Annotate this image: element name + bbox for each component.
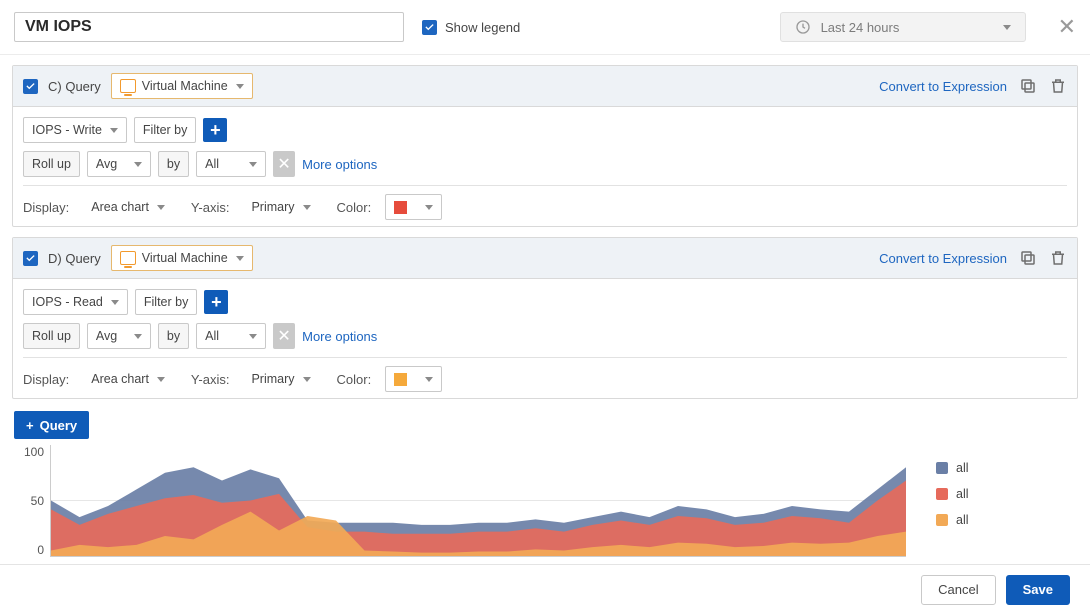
clear-groupby-button[interactable]: ✕	[273, 323, 295, 349]
chevron-down-icon	[134, 162, 142, 167]
color-selector[interactable]	[385, 194, 442, 220]
save-button[interactable]: Save	[1006, 575, 1070, 605]
rollup-label-pill[interactable]: Roll up	[23, 323, 80, 349]
groupby-selector[interactable]: All	[196, 151, 266, 177]
convert-expression-link[interactable]: Convert to Expression	[879, 251, 1007, 266]
add-query-button[interactable]: + Query	[14, 411, 89, 439]
cancel-button[interactable]: Cancel	[921, 575, 995, 605]
legend-swatch	[936, 488, 948, 500]
add-filter-button[interactable]: +	[204, 290, 228, 314]
chevron-down-icon	[111, 300, 119, 305]
footer: Cancel Save	[0, 564, 1090, 614]
legend-item[interactable]: all	[936, 487, 1076, 501]
agg-selector[interactable]: Avg	[87, 151, 151, 177]
chevron-down-icon	[134, 334, 142, 339]
more-options-link[interactable]: More options	[302, 329, 377, 344]
filter-by-button[interactable]: Filter by	[134, 117, 196, 143]
chevron-down-icon	[157, 377, 165, 382]
by-label-pill: by	[158, 323, 189, 349]
entity-selector[interactable]: Virtual Machine	[111, 245, 253, 271]
chart-legend: all all all	[906, 445, 1076, 557]
legend-item[interactable]: all	[936, 513, 1076, 527]
query-enabled-checkbox[interactable]	[23, 251, 38, 266]
rollup-label-pill[interactable]: Roll up	[23, 151, 80, 177]
yaxis-label: Y-axis:	[191, 372, 230, 387]
copy-icon[interactable]	[1019, 77, 1037, 95]
query-panel-header: C) Query Virtual Machine Convert to Expr…	[13, 66, 1077, 107]
legend-swatch	[936, 462, 948, 474]
clear-groupby-button[interactable]: ✕	[273, 151, 295, 177]
by-label-pill: by	[158, 151, 189, 177]
copy-icon[interactable]	[1019, 249, 1037, 267]
entity-label: Virtual Machine	[142, 251, 228, 265]
yaxis-selector[interactable]: Primary	[243, 366, 318, 392]
more-options-link[interactable]: More options	[302, 157, 377, 172]
clock-icon	[795, 19, 811, 35]
trash-icon[interactable]	[1049, 249, 1067, 267]
query-label: C) Query	[48, 79, 101, 94]
timerange-label: Last 24 hours	[821, 20, 900, 35]
ytick: 0	[37, 543, 44, 557]
chevron-down-icon	[1003, 25, 1011, 30]
convert-expression-link[interactable]: Convert to Expression	[879, 79, 1007, 94]
add-filter-button[interactable]: +	[203, 118, 227, 142]
color-swatch	[394, 373, 407, 386]
yaxis-label: Y-axis:	[191, 200, 230, 215]
chart-type-selector[interactable]: Area chart	[83, 194, 173, 220]
agg-selector[interactable]: Avg	[87, 323, 151, 349]
groupby-selector[interactable]: All	[196, 323, 266, 349]
color-label: Color:	[337, 200, 372, 215]
query-panel-header: D) Query Virtual Machine Convert to Expr…	[13, 238, 1077, 279]
ytick: 100	[24, 445, 44, 459]
plot	[50, 445, 906, 557]
chevron-down-icon	[236, 256, 244, 261]
top-bar: Show legend Last 24 hours ✕	[0, 0, 1090, 55]
chevron-down-icon	[303, 377, 311, 382]
yaxis-selector[interactable]: Primary	[243, 194, 318, 220]
checkbox-checked-icon	[422, 20, 437, 35]
trash-icon[interactable]	[1049, 77, 1067, 95]
vm-icon	[120, 251, 136, 265]
close-icon[interactable]: ✕	[1058, 14, 1076, 40]
query-panel-c: C) Query Virtual Machine Convert to Expr…	[12, 65, 1078, 227]
entity-selector[interactable]: Virtual Machine	[111, 73, 253, 99]
metric-selector[interactable]: IOPS - Write	[23, 117, 127, 143]
timerange-picker[interactable]: Last 24 hours	[780, 12, 1026, 42]
chart-area: 100 50 0 all all all	[14, 445, 1076, 557]
legend-swatch	[936, 514, 948, 526]
chart-type-selector[interactable]: Area chart	[83, 366, 173, 392]
metric-selector[interactable]: IOPS - Read	[23, 289, 128, 315]
y-axis: 100 50 0	[14, 445, 50, 557]
chevron-down-icon	[157, 205, 165, 210]
display-label: Display:	[23, 372, 69, 387]
ytick: 50	[31, 494, 44, 508]
show-legend-label: Show legend	[445, 20, 520, 35]
query-enabled-checkbox[interactable]	[23, 79, 38, 94]
query-label: D) Query	[48, 251, 101, 266]
filter-by-button[interactable]: Filter by	[135, 289, 197, 315]
widget-title-input[interactable]	[14, 12, 404, 42]
color-swatch	[394, 201, 407, 214]
chevron-down-icon	[236, 84, 244, 89]
chevron-down-icon	[110, 128, 118, 133]
color-label: Color:	[337, 372, 372, 387]
query-panel-d: D) Query Virtual Machine Convert to Expr…	[12, 237, 1078, 399]
color-selector[interactable]	[385, 366, 442, 392]
chevron-down-icon	[249, 334, 257, 339]
entity-label: Virtual Machine	[142, 79, 228, 93]
chevron-down-icon	[425, 377, 433, 382]
vm-icon	[120, 79, 136, 93]
chevron-down-icon	[249, 162, 257, 167]
show-legend-toggle[interactable]: Show legend	[422, 20, 762, 35]
display-label: Display:	[23, 200, 69, 215]
legend-item[interactable]: all	[936, 461, 1076, 475]
chevron-down-icon	[303, 205, 311, 210]
chevron-down-icon	[425, 205, 433, 210]
